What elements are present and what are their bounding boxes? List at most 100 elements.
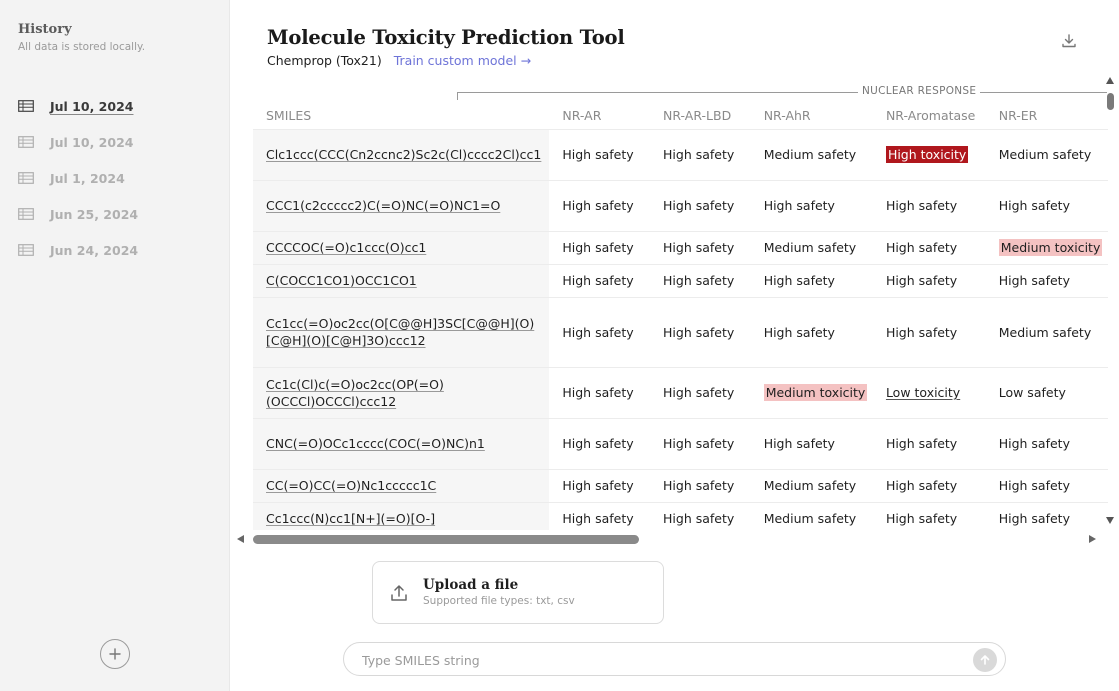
smiles-cell[interactable]: CCC1(c2ccccc2)C(=O)NC(=O)NC1=O [253,179,550,231]
smiles-text: CCC1(c2ccccc2)C(=O)NC(=O)NC1=O [266,198,501,213]
smiles-cell[interactable]: CNC(=O)OCc1cccc(COC(=O)NC)n1 [253,417,550,469]
prediction-label: High safety [663,324,735,340]
smiles-input[interactable] [362,650,952,670]
prediction-cell: High safety [650,501,751,530]
vertical-scrollbar-thumb[interactable] [1107,93,1114,110]
history-item-label: Jun 24, 2024 [50,242,139,258]
prediction-label: High safety [562,478,634,493]
prediction-cell: High safety [750,179,873,231]
table-icon [18,172,34,184]
prediction-label: High safety [562,273,634,288]
prediction-cell: High safety [549,366,651,418]
prediction-label: High safety [885,436,958,451]
history-item-label: Jul 10, 2024 [50,98,134,114]
prediction-label: High safety [562,198,634,213]
prediction-label: Low toxicity [885,385,961,400]
prediction-cell: High safety [650,179,751,231]
arrow-right-icon: → [520,53,532,68]
prediction-cell: High safety [549,501,651,530]
scroll-right-arrow[interactable] [1089,535,1096,543]
prediction-label: Medium toxicity [763,384,868,401]
download-icon[interactable] [1060,32,1078,50]
prediction-cell: High safety [872,230,986,264]
smiles-text: CC(=O)CC(=O)Nc1ccccc1C [266,478,437,493]
horizontal-scrollbar-thumb[interactable] [253,535,639,544]
table-icon [18,244,34,256]
prediction-label: High safety [885,273,958,288]
smiles-text: CCCCOC(=O)c1ccc(O)cc1 [266,240,427,255]
history-item[interactable]: Jun 24, 2024 [18,232,138,268]
prediction-cell: High safety [650,230,751,264]
scroll-down-arrow[interactable] [1106,517,1114,524]
model-name: Chemprop (Tox21) [267,53,382,68]
prediction-label: High safety [663,478,735,493]
history-item[interactable]: Jun 25, 2024 [18,196,138,232]
group-bracket [457,92,1107,100]
table-row: CC(=O)CC(=O)Nc1ccccc1C High safety High sa… [253,468,1108,502]
table-row: CCCCOC(=O)c1ccc(O)cc1 High safety High saf… [253,230,1108,264]
history-list: Jul 10, 2024 Jul 10, 2024 Jul 1, 2024 Jun 2… [18,88,138,268]
smiles-cell[interactable]: Cc1ccc(N)cc1[N+](=O)[O-] [253,501,550,530]
prediction-cell: High safety [650,366,751,418]
prediction-cell: High safety [985,468,1108,502]
prediction-cell: High safety [650,263,751,297]
upload-file-button[interactable]: Upload a file Supported file types: txt,… [372,561,664,624]
prediction-label: High safety [663,240,735,255]
scroll-left-arrow[interactable] [237,535,244,543]
smiles-cell[interactable]: Clc1ccc(CCC(Cn2ccnc2)Sc2c(Cl)cccc2Cl)cc1 [253,128,550,180]
prediction-label: Medium safety [763,147,857,162]
smiles-text: CNC(=O)OCc1cccc(COC(=O)NC)n1 [266,436,485,451]
prediction-cell: High safety [985,501,1108,530]
main-panel: Molecule Toxicity Prediction Tool Chempr… [230,0,1119,691]
smiles-input-container [343,642,1006,676]
prediction-label: High safety [562,436,634,451]
table-icon [18,136,34,148]
prediction-cell: Medium toxicity [750,366,873,418]
prediction-label: High safety [562,511,634,527]
prediction-cell: High safety [549,179,651,231]
prediction-cell: High safety [549,263,651,297]
prediction-label: Medium safety [998,147,1092,162]
history-item[interactable]: Jul 1, 2024 [18,160,138,196]
prediction-cell: High safety [750,417,873,469]
table-icon [18,208,34,220]
prediction-cell: High safety [650,468,751,502]
smiles-text: Clc1ccc(CCC(Cn2ccnc2)Sc2c(Cl)cccc2Cl)cc1 [266,147,542,162]
prediction-cell: High safety [549,468,651,502]
prediction-label: High safety [998,198,1070,213]
history-item[interactable]: Jul 10, 2024 [18,88,138,124]
prediction-label: High safety [562,385,634,400]
page-title: Molecule Toxicity Prediction Tool [267,26,625,49]
prediction-label: High safety [663,273,735,288]
smiles-cell[interactable]: CCCCOC(=O)c1ccc(O)cc1 [253,230,550,264]
prediction-cell: Medium safety [750,468,873,502]
prediction-label: High safety [885,198,958,213]
smiles-text: Cc1cc(=O)oc2cc(O[C@@H]3SC[C@@H](O)[C@H](… [266,316,535,348]
prediction-cell: High safety [650,417,751,469]
smiles-cell[interactable]: Cc1cc(=O)oc2cc(O[C@@H]3SC[C@@H](O)[C@H](… [253,296,550,367]
table-row: Clc1ccc(CCC(Cn2ccnc2)Sc2c(Cl)cccc2Cl)cc1… [253,128,1108,180]
train-link-label: Train custom model [393,53,517,68]
prediction-label: High safety [763,436,835,451]
smiles-cell[interactable]: CC(=O)CC(=O)Nc1ccccc1C [253,468,550,502]
prediction-cell: High safety [549,128,651,180]
app-window: History All data is stored locally. Jul … [0,0,1119,691]
upload-icon [391,585,407,601]
history-item[interactable]: Jul 10, 2024 [18,124,138,160]
prediction-label: Medium safety [763,478,857,493]
send-button[interactable] [973,648,997,672]
table-body: Clc1ccc(CCC(Cn2ccnc2)Sc2c(Cl)cccc2Cl)cc1… [253,128,1108,530]
scroll-up-arrow[interactable] [1106,77,1114,84]
add-session-button[interactable] [100,639,130,669]
prediction-label: High safety [998,273,1070,288]
smiles-cell[interactable]: Cc1c(Cl)c(=O)oc2cc(OP(=O)(OCCCl)OCCCl)cc… [253,366,550,418]
group-label-nuclear-response: NUCLEAR RESPONSE [858,85,981,97]
prediction-cell: High safety [872,179,986,231]
train-custom-model-link[interactable]: Train custom model → [394,53,531,68]
prediction-label: High safety [763,198,835,213]
column-header: NR-AR [562,107,602,123]
prediction-cell: High safety [985,179,1108,231]
prediction-cell: Low safety [985,366,1108,418]
smiles-cell[interactable]: C(COCC1CO1)OCC1CO1 [253,263,550,297]
history-item-label: Jul 10, 2024 [50,134,134,150]
